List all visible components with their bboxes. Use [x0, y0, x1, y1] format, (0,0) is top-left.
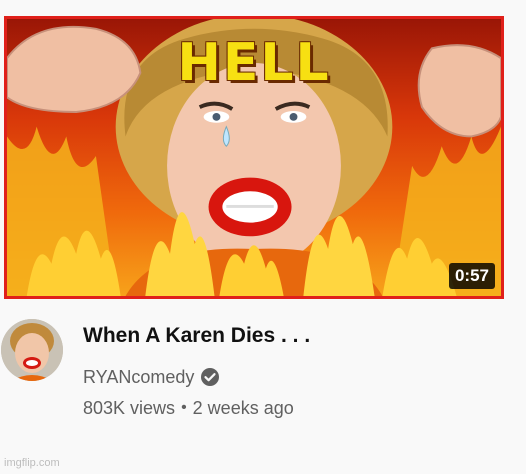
- separator-dot: •: [181, 399, 187, 416]
- video-meta: When A Karen Dies . . . RYANcomedy 803K …: [83, 321, 503, 421]
- watermark: imgflip.com: [4, 457, 60, 469]
- channel-name[interactable]: RYANcomedy: [83, 367, 194, 388]
- channel-avatar[interactable]: [1, 319, 63, 381]
- video-title[interactable]: When A Karen Dies . . .: [83, 321, 503, 351]
- channel-row: RYANcomedy: [83, 363, 503, 391]
- avatar-image: [1, 319, 63, 381]
- video-thumbnail[interactable]: HELL 0:57: [4, 16, 504, 299]
- view-count: 803K views: [83, 397, 176, 418]
- duration-badge: 0:57: [448, 263, 495, 289]
- check-circle-icon: [200, 367, 220, 387]
- upload-age: 2 weeks ago: [192, 397, 294, 418]
- thumbnail-title-text: HELL: [177, 33, 331, 93]
- stats-row: 803K views • 2 weeks ago: [83, 395, 503, 421]
- video-card: HELL 0:57 When A Karen Dies . . . RYANco…: [0, 0, 526, 474]
